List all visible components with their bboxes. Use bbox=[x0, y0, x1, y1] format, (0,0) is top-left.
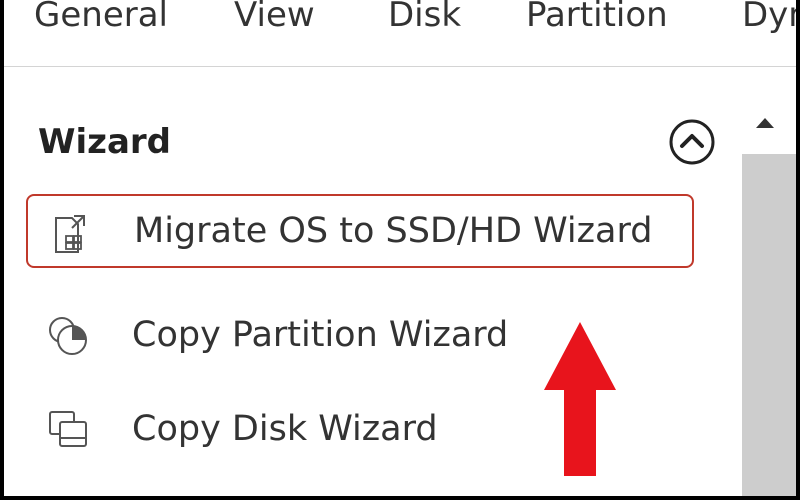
menu-dynamic-disk[interactable]: Dynamic Disk bbox=[742, 0, 796, 42]
menu-view[interactable]: View bbox=[234, 0, 315, 42]
chevron-up-circle-icon bbox=[669, 119, 715, 165]
wizard-item-label: Migrate OS to SSD/HD Wizard bbox=[134, 211, 653, 251]
copy-disk-icon bbox=[44, 406, 92, 454]
migrate-os-icon bbox=[48, 212, 96, 260]
menu-general[interactable]: General bbox=[34, 0, 168, 42]
menu-bar: General View Disk Partition Dynamic Disk bbox=[4, 0, 796, 67]
scroll-up-button[interactable] bbox=[750, 112, 780, 136]
copy-partition-icon bbox=[44, 312, 92, 360]
scroll-up-arrow-icon bbox=[756, 118, 774, 128]
red-up-arrow-icon bbox=[544, 322, 616, 476]
collapse-section-button[interactable] bbox=[668, 118, 716, 166]
wizard-item-label: Copy Disk Wizard bbox=[132, 409, 438, 449]
menu-partition[interactable]: Partition bbox=[526, 0, 668, 42]
wizard-item-label: Copy Partition Wizard bbox=[132, 315, 509, 355]
wizard-item-migrate-os[interactable]: Migrate OS to SSD/HD Wizard bbox=[26, 194, 694, 268]
menu-disk[interactable]: Disk bbox=[388, 0, 461, 42]
scrollbar-track[interactable] bbox=[742, 154, 796, 496]
app-frame: General View Disk Partition Dynamic Disk… bbox=[4, 0, 796, 496]
wizard-section-title: Wizard bbox=[38, 122, 171, 162]
